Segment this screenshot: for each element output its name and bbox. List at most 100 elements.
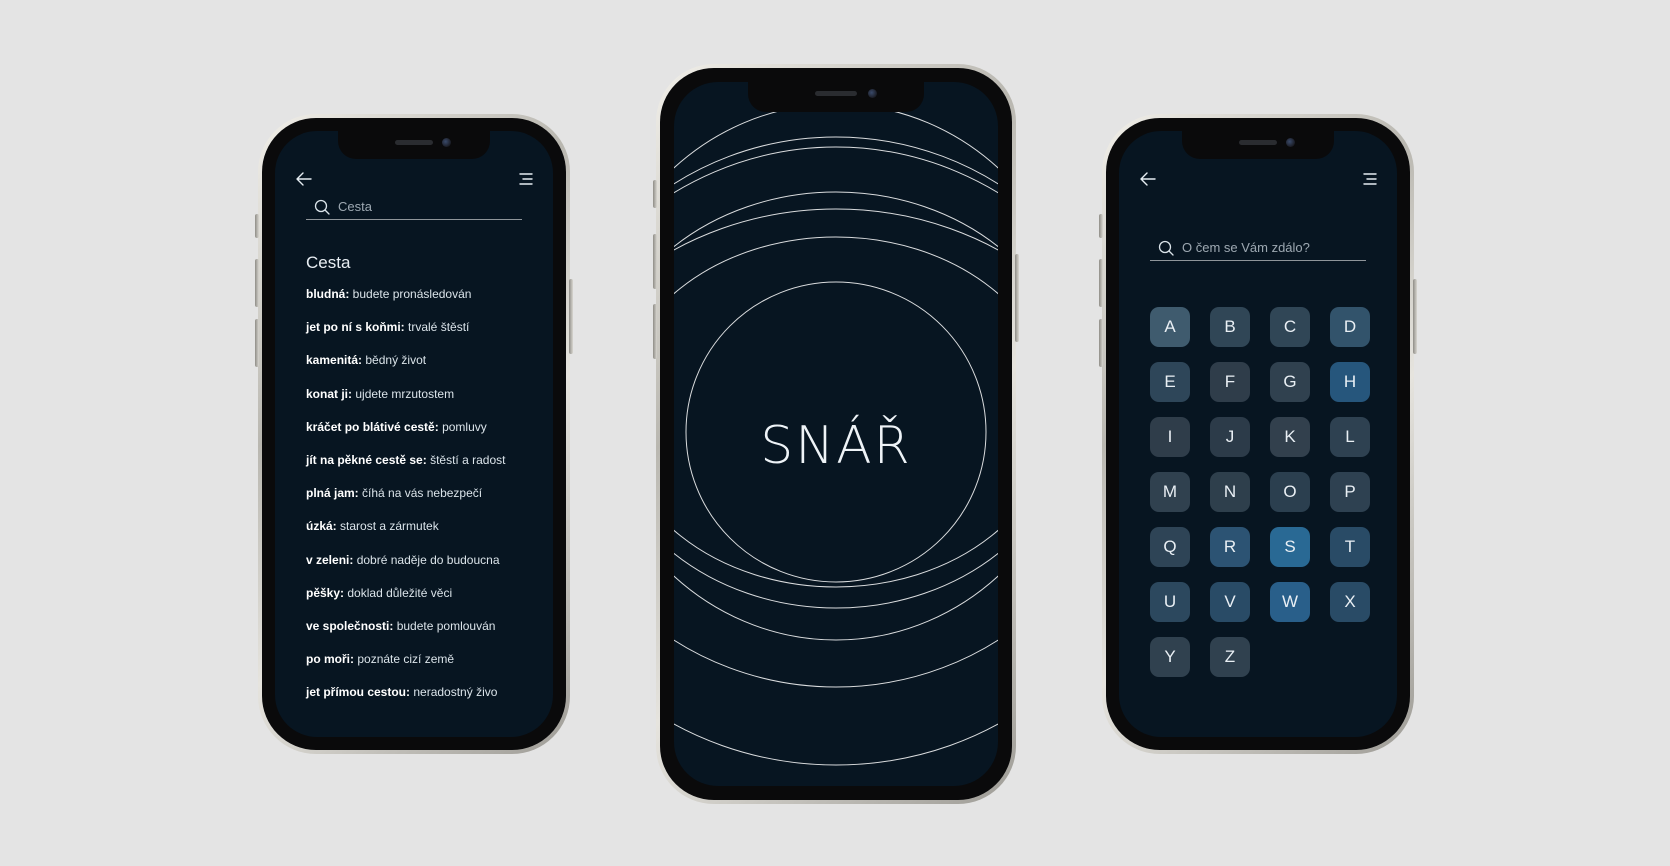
dream-entry: v zeleni: dobré naděje do budoucna xyxy=(306,553,536,586)
side-button xyxy=(255,214,259,238)
letter-key-g[interactable]: G xyxy=(1270,362,1310,402)
letter-key-v[interactable]: V xyxy=(1210,582,1250,622)
letter-key-e[interactable]: E xyxy=(1150,362,1190,402)
entry-term: úzká: xyxy=(306,519,337,534)
letter-key-l[interactable]: L xyxy=(1330,417,1370,457)
letter-key-x[interactable]: X xyxy=(1330,582,1370,622)
volume-down-button xyxy=(255,319,259,367)
volume-up-button xyxy=(653,234,657,289)
entry-meaning: dobré naděje do budoucna xyxy=(356,552,500,567)
dream-entry: jet přímou cestou: neradostný živo xyxy=(306,685,536,718)
letter-key-t[interactable]: T xyxy=(1330,527,1370,567)
ring xyxy=(674,208,998,766)
entry-term: kamenitá: xyxy=(306,353,363,368)
letter-key-m[interactable]: M xyxy=(1150,472,1190,512)
app-title: SNÁŘ xyxy=(760,416,912,476)
ring xyxy=(674,103,998,641)
entry-term: jet po ní s koňmi: xyxy=(306,320,405,335)
letter-key-z[interactable]: Z xyxy=(1210,637,1250,677)
entry-meaning: doklad důležité věci xyxy=(347,585,453,600)
letter-key-b[interactable]: B xyxy=(1210,307,1250,347)
dream-entry: ve společnosti: budete pomlouván xyxy=(306,619,536,652)
bezel: SNÁŘ xyxy=(660,68,1012,800)
entry-term: pěšky: xyxy=(306,585,345,600)
search-bar xyxy=(1150,235,1366,261)
entry-meaning: starost a zármutek xyxy=(340,519,439,534)
entry-meaning: bědný život xyxy=(365,353,427,368)
entry-term: jít na pěkné cestě se: xyxy=(306,452,427,467)
entry-meaning: trvalé štěstí xyxy=(408,320,470,335)
volume-up-button xyxy=(1099,259,1103,307)
entry-meaning: poznáte cizí země xyxy=(357,652,455,667)
dream-entry: bludná: budete pronásledován xyxy=(306,287,536,320)
dream-entry: kamenitá: bědný život xyxy=(306,353,536,386)
side-button xyxy=(653,180,657,208)
entry-term: bludná: xyxy=(306,287,350,301)
dream-entry: pěšky: doklad důležité věci xyxy=(306,586,536,619)
ring xyxy=(674,191,998,609)
letter-key-f[interactable]: F xyxy=(1210,362,1250,402)
notch xyxy=(1182,131,1334,159)
search-input[interactable] xyxy=(1182,240,1352,255)
letter-key-y[interactable]: Y xyxy=(1150,637,1190,677)
letter-key-u[interactable]: U xyxy=(1150,582,1190,622)
speaker xyxy=(1239,140,1277,145)
search-icon xyxy=(1158,240,1174,256)
letter-key-w[interactable]: W xyxy=(1270,582,1310,622)
letter-key-j[interactable]: J xyxy=(1210,417,1250,457)
letter-key-n[interactable]: N xyxy=(1210,472,1250,512)
search-results-screen: Cesta bludná: budete pronásledovánjet po… xyxy=(275,131,553,737)
dream-entry: jít na pěkné cestě se: štěstí a radost xyxy=(306,453,536,486)
menu-icon[interactable] xyxy=(517,171,535,187)
entry-meaning: budete pomlouván xyxy=(396,618,496,633)
entry-term: po moři: xyxy=(306,652,354,667)
letter-key-d[interactable]: D xyxy=(1330,307,1370,347)
search-icon xyxy=(314,199,330,215)
dream-entry: jet po ní s koňmi: trvalé štěstí xyxy=(306,320,536,353)
ring xyxy=(674,136,998,688)
entry-term: jet přímou cestou: xyxy=(306,685,411,700)
entry-term: kráčet po blátivé cestě: xyxy=(306,419,439,434)
power-button xyxy=(1413,279,1417,354)
result-heading: Cesta xyxy=(306,253,351,272)
dream-entries-list: bludná: budete pronásledován jet po ní s … xyxy=(306,287,536,718)
speaker xyxy=(395,140,433,145)
volume-up-button xyxy=(255,259,259,307)
volume-down-button xyxy=(653,304,657,359)
entry-meaning: budete pronásledován xyxy=(352,287,472,301)
letter-key-i[interactable]: I xyxy=(1150,417,1190,457)
camera xyxy=(868,89,877,98)
splash-screen: SNÁŘ xyxy=(674,82,998,786)
letter-key-q[interactable]: Q xyxy=(1150,527,1190,567)
entry-meaning: číhá na vás nebezpečí xyxy=(362,486,483,501)
notch xyxy=(338,131,490,159)
menu-icon[interactable] xyxy=(1361,171,1379,187)
arrow-left-icon[interactable] xyxy=(295,171,313,187)
letter-key-p[interactable]: P xyxy=(1330,472,1370,512)
letter-key-r[interactable]: R xyxy=(1210,527,1250,567)
entry-meaning: ujdete mrzutostem xyxy=(355,386,455,401)
entry-meaning: neradostný živo xyxy=(413,685,498,700)
side-button xyxy=(1099,214,1103,238)
entry-term: v zeleni: xyxy=(306,552,354,567)
letter-key-h[interactable]: H xyxy=(1330,362,1370,402)
letter-key-c[interactable]: C xyxy=(1270,307,1310,347)
letter-key-o[interactable]: O xyxy=(1270,472,1310,512)
notch xyxy=(748,82,924,112)
entry-meaning: štěstí a radost xyxy=(430,452,506,467)
letter-key-a[interactable]: A xyxy=(1150,307,1190,347)
entry-meaning: pomluvy xyxy=(442,419,487,434)
ring xyxy=(674,236,998,588)
entry-term: konat ji: xyxy=(306,386,353,401)
power-button xyxy=(569,279,573,354)
search-input[interactable] xyxy=(338,199,508,214)
search-bar xyxy=(306,194,522,220)
left-phone: Cesta bludná: budete pronásledovánjet po… xyxy=(255,114,573,754)
arrow-left-icon[interactable] xyxy=(1139,171,1157,187)
dream-entry: plná jam: číhá na vás nebezpečí xyxy=(306,486,536,519)
letter-key-s[interactable]: S xyxy=(1270,527,1310,567)
bezel: ABCD EFGH IJKL MNOP QRST UVWX YZ xyxy=(1106,118,1410,750)
speaker xyxy=(815,91,857,96)
letter-key-k[interactable]: K xyxy=(1270,417,1310,457)
camera xyxy=(442,138,451,147)
